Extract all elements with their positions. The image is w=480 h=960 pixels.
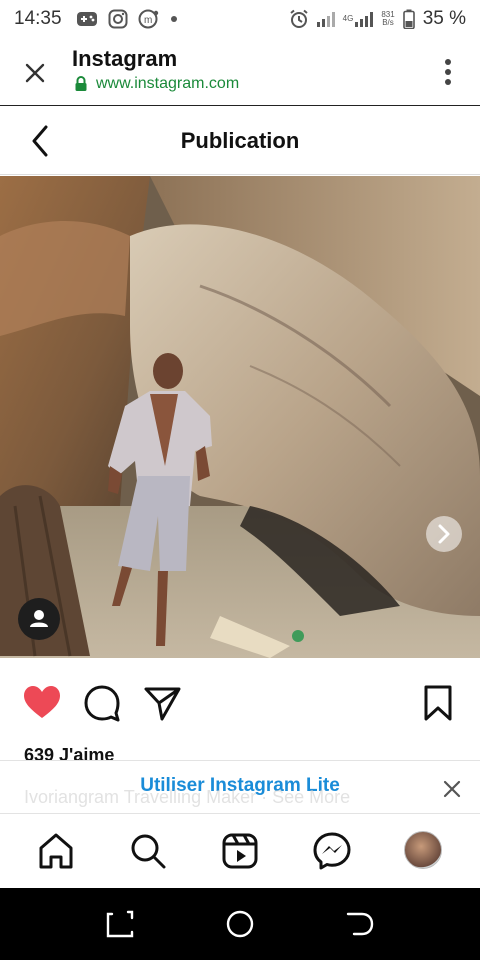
bottom-navigation — [0, 815, 480, 887]
browser-url-row[interactable]: www.instagram.com — [74, 75, 239, 93]
messenger-icon[interactable] — [312, 831, 352, 871]
battery-percent: 35 % — [422, 8, 466, 29]
speed-unit: B/s — [382, 18, 394, 27]
bookmark-icon[interactable] — [418, 683, 458, 723]
network-indicator: 4G — [343, 11, 374, 27]
reels-icon[interactable] — [220, 831, 260, 871]
battery-icon — [402, 9, 415, 29]
post-photo[interactable] — [0, 176, 480, 658]
instagram-icon — [108, 9, 128, 29]
publication-header: Publication — [0, 107, 480, 175]
post-caption-preview: Ivoriangram Travelling Maker · See More — [24, 787, 351, 807]
browser-bar: Instagram www.instagram.com — [0, 38, 480, 106]
back-button-icon[interactable] — [344, 908, 376, 940]
more-vertical-icon[interactable] — [444, 58, 452, 86]
browser-url: www.instagram.com — [96, 75, 240, 92]
post-actions — [0, 675, 480, 731]
search-icon[interactable] — [128, 831, 168, 871]
alarm-icon — [290, 9, 308, 28]
status-time: 14:35 — [14, 8, 62, 29]
chevron-right-icon — [438, 524, 450, 544]
lock-icon — [75, 76, 87, 91]
network-label: 4G — [342, 14, 354, 23]
user-icon — [30, 610, 48, 627]
signal-icon — [316, 11, 335, 27]
home-button-icon[interactable] — [224, 908, 256, 940]
profile-avatar[interactable] — [404, 831, 442, 869]
share-icon[interactable] — [142, 683, 182, 723]
next-photo-button[interactable] — [426, 516, 462, 552]
status-bar: 14:35 m 4G 831 B/s 35 % — [0, 0, 480, 38]
dot-icon — [170, 16, 177, 22]
browser-title: Instagram — [72, 46, 178, 71]
tagged-users-button[interactable] — [18, 598, 60, 640]
messenger-icon: m — [138, 9, 158, 29]
game-controller-icon — [76, 12, 97, 26]
recent-apps-icon[interactable] — [104, 908, 136, 940]
system-navigation-bar — [0, 888, 480, 960]
close-icon[interactable] — [20, 58, 50, 88]
svg-text:m: m — [144, 15, 152, 26]
close-icon[interactable] — [442, 779, 462, 799]
speed-indicator: 831 B/s — [381, 11, 394, 27]
heart-icon[interactable] — [22, 683, 62, 723]
home-icon[interactable] — [36, 831, 76, 871]
post-image — [0, 176, 480, 658]
comment-icon[interactable] — [82, 683, 122, 723]
page-title: Publication — [180, 128, 300, 153]
